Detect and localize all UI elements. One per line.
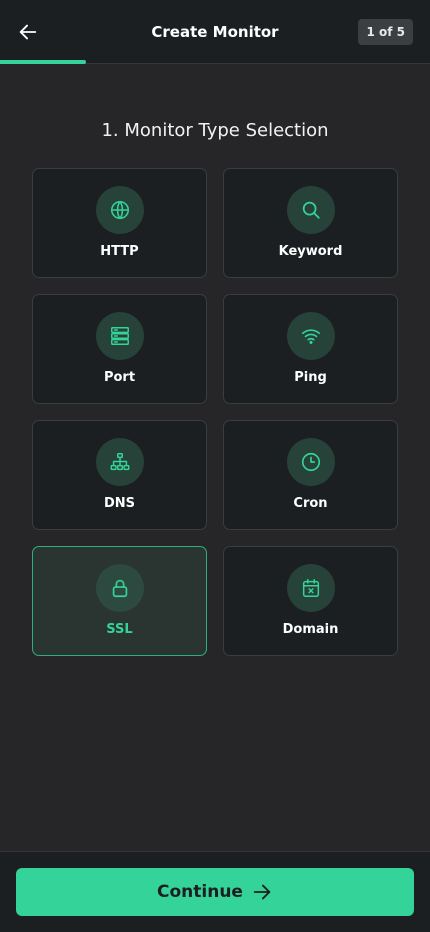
globe-icon bbox=[110, 200, 129, 220]
wifi-icon bbox=[301, 329, 320, 344]
monitor-type-label: Cron bbox=[293, 496, 328, 511]
step-badge: 1 of 5 bbox=[358, 19, 413, 45]
continue-label: Continue bbox=[157, 882, 243, 902]
monitor-type-label: DNS bbox=[103, 496, 136, 511]
monitor-type-label: HTTP bbox=[100, 244, 139, 259]
network-icon bbox=[110, 453, 129, 471]
continue-button[interactable]: Continue bbox=[16, 868, 414, 916]
lock-icon bbox=[112, 579, 127, 598]
app-header: Create Monitor 1 of 5 bbox=[0, 0, 430, 64]
clock-icon bbox=[301, 452, 320, 472]
monitor-type-card-ssl[interactable]: SSL bbox=[32, 546, 207, 656]
monitor-type-card-domain[interactable]: Domain bbox=[223, 546, 398, 656]
monitor-type-card-ping[interactable]: Ping bbox=[223, 294, 398, 404]
monitor-type-label: SSL bbox=[106, 622, 133, 637]
monitor-type-label: Ping bbox=[294, 370, 327, 385]
calendar-x-icon bbox=[302, 579, 319, 597]
section-title: 1. Monitor Type Selection bbox=[101, 120, 329, 141]
monitor-type-label: Domain bbox=[282, 622, 339, 637]
progress-fill bbox=[0, 60, 86, 64]
monitor-type-label: Keyword bbox=[278, 244, 343, 259]
monitor-type-card-http[interactable]: HTTP bbox=[32, 168, 207, 278]
arrow-right-icon bbox=[253, 884, 271, 900]
footer-bar: Continue bbox=[0, 851, 430, 932]
server-icon bbox=[110, 327, 129, 345]
monitor-type-card-dns[interactable]: DNS bbox=[32, 420, 207, 530]
monitor-type-label: Port bbox=[103, 370, 136, 385]
monitor-type-card-port[interactable]: Port bbox=[32, 294, 207, 404]
monitor-type-card-keyword[interactable]: Keyword bbox=[223, 168, 398, 278]
monitor-type-card-cron[interactable]: Cron bbox=[223, 420, 398, 530]
monitor-type-grid: HTTP Keyword Port Ping DNS Cron SSL Doma… bbox=[32, 168, 398, 656]
search-icon bbox=[302, 201, 320, 219]
progress-bar bbox=[0, 60, 430, 64]
